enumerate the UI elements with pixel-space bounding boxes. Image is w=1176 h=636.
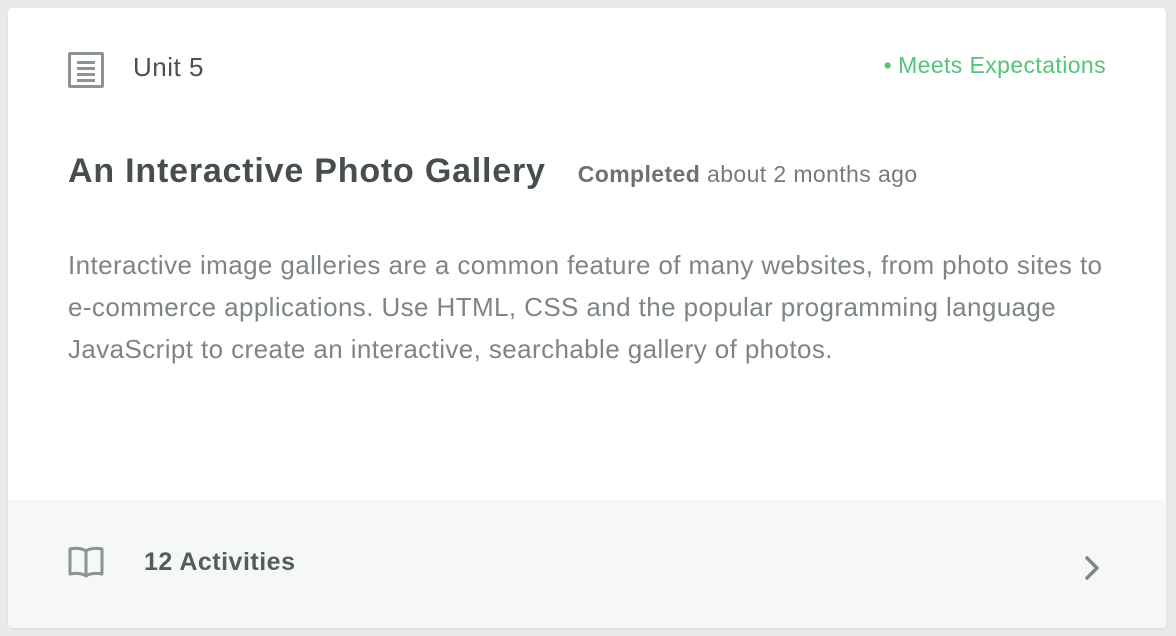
completion-info: Completed about 2 months ago <box>578 161 918 188</box>
status-dot: • <box>883 52 893 78</box>
unit-card[interactable]: Unit 5 • Meets Expectations An Interactiv… <box>8 8 1166 628</box>
completed-label: Completed <box>577 161 701 187</box>
activities-footer[interactable]: 12 Activities <box>8 500 1166 628</box>
lesson-description: Interactive image galleries are a common… <box>68 250 1103 364</box>
completed-time: about 2 months ago <box>707 161 918 187</box>
activities-count[interactable]: 12 Activities <box>144 548 295 577</box>
book-icon <box>68 546 104 578</box>
card-header: Unit 5 • Meets Expectations <box>8 8 1166 128</box>
status-badge: • Meets Expectations <box>884 52 1106 79</box>
document-list-icon <box>68 52 104 88</box>
status-label: Meets Expectations <box>898 52 1106 78</box>
chevron-right-icon[interactable] <box>1080 554 1104 582</box>
lesson-title: An Interactive Photo Gallery <box>68 152 546 190</box>
unit-label: Unit 5 <box>133 52 204 82</box>
title-row: An Interactive Photo Gallery Completed a… <box>68 152 918 191</box>
